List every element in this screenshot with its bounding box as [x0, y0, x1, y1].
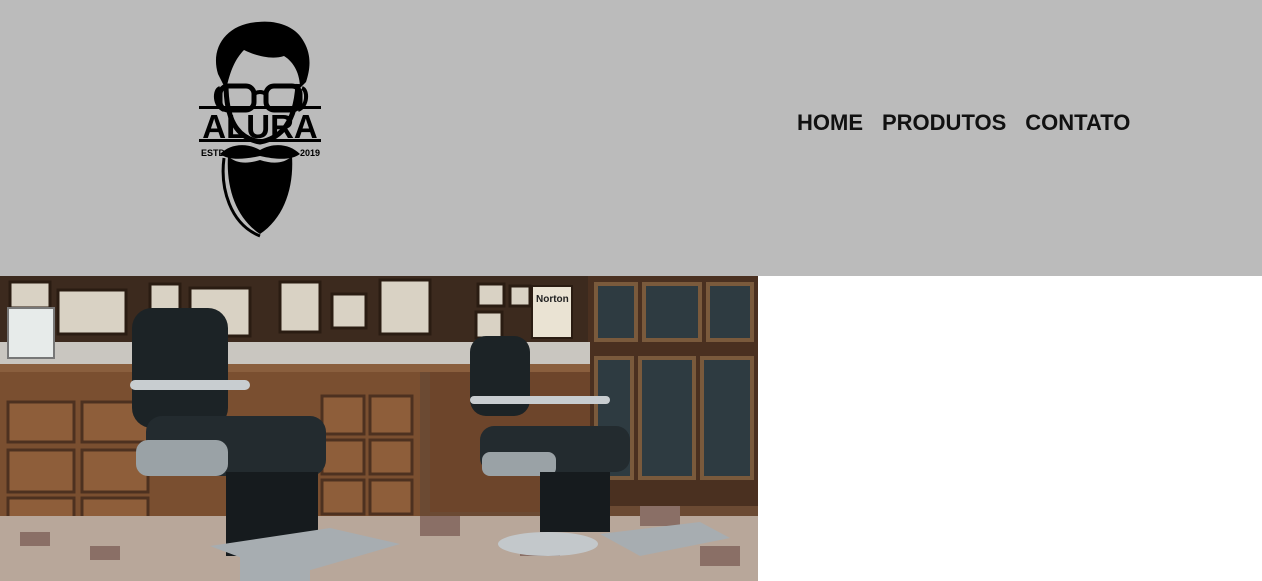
logo-estd-text: ESTD [201, 148, 226, 158]
barbershop-banner-image: Norton [0, 276, 758, 581]
site-header: ALURA ESTD 2019 HOME PRODUTOS CONTATO [0, 0, 1262, 276]
main-nav: HOME PRODUTOS CONTATO [797, 110, 1130, 136]
nav-link-produtos[interactable]: PRODUTOS [882, 110, 1006, 136]
nav-link-contato[interactable]: CONTATO [1025, 110, 1130, 136]
norton-sign-text: Norton [536, 294, 569, 305]
nav-list: HOME PRODUTOS CONTATO [797, 110, 1130, 136]
alura-logo[interactable]: ALURA ESTD 2019 [196, 18, 324, 238]
nav-link-home[interactable]: HOME [797, 110, 863, 136]
nav-item-contato: CONTATO [1025, 110, 1130, 136]
barbershop-interior-illustration: Norton [0, 276, 758, 581]
nav-item-home: HOME [797, 110, 863, 136]
logo-year-text: 2019 [300, 148, 321, 158]
logo-brand-text: ALURA [202, 108, 318, 145]
nav-item-produtos: PRODUTOS [882, 110, 1006, 136]
